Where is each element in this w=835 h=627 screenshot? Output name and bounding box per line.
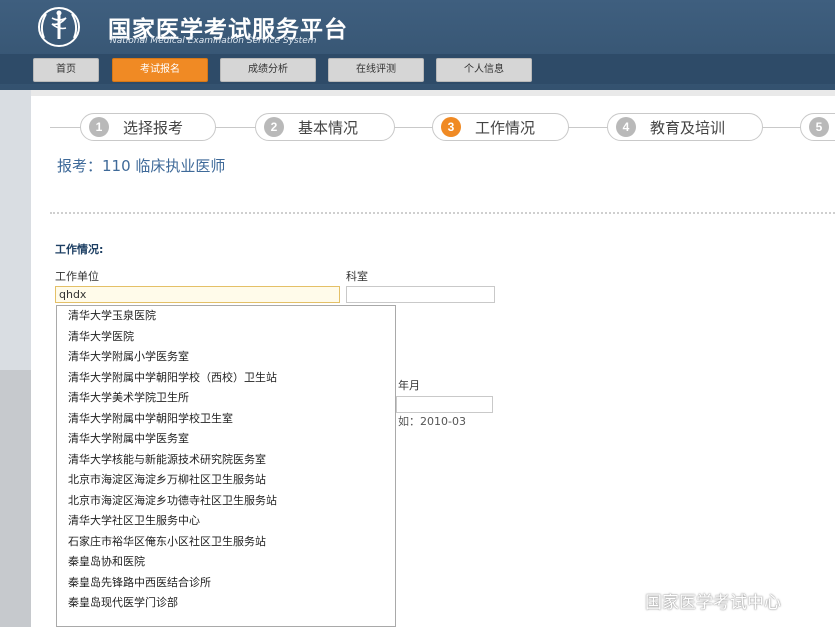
suggestion-item[interactable]: 清华大学核能与新能源技术研究院医务室 [57, 450, 395, 471]
suggestion-item[interactable]: 秦皇岛先锋路中西医结合诊所 [57, 573, 395, 594]
step-education-training[interactable]: 4 教育及培训 [607, 113, 763, 141]
nav-item-personal-info[interactable]: 个人信息 [436, 58, 532, 82]
suggestion-item[interactable]: 清华大学美术学院卫生所 [57, 388, 395, 409]
nav-item-score-analysis[interactable]: 成绩分析 [220, 58, 316, 82]
step-label: 选择报考 [123, 118, 184, 137]
main-nav: 首页 考试报名 成绩分析 在线评测 个人信息 [0, 54, 835, 84]
date-input[interactable] [396, 396, 493, 413]
applied-exam-title: 报考：110 临床执业医师 [57, 157, 226, 175]
date-format-hint: 如：2010-03 [398, 415, 466, 428]
step-number: 5 [809, 117, 829, 137]
nav-item-home[interactable]: 首页 [33, 58, 99, 82]
suggestion-item[interactable]: 清华大学社区卫生服务中心 [57, 511, 395, 532]
nav-item-online-assessment[interactable]: 在线评测 [328, 58, 424, 82]
step-number: 4 [616, 117, 636, 137]
work-unit-suggestions-dropdown: 清华大学玉泉医院 清华大学医院 清华大学附属小学医务室 清华大学附属中学朝阳学校… [56, 305, 396, 627]
suggestion-item[interactable]: 清华大学附属中学朝阳学校（西校）卫生站 [57, 368, 395, 389]
suggestion-item[interactable]: 清华大学玉泉医院 [57, 306, 395, 327]
step-label: 工作情况 [475, 118, 536, 137]
department-label: 科室 [346, 270, 368, 283]
step-label: 教育及培训 [650, 118, 726, 137]
suggestion-item[interactable]: 清华大学医院 [57, 327, 395, 348]
department-input[interactable] [346, 286, 495, 303]
suggestion-item[interactable]: 秦皇岛协和医院 [57, 552, 395, 573]
step-work-info[interactable]: 3 工作情况 [432, 113, 569, 141]
suggestion-item[interactable]: 清华大学附属中学朝阳学校卫生室 [57, 409, 395, 430]
nav-item-exam-registration[interactable]: 考试报名 [112, 58, 208, 82]
watermark-text: 国家医学考试中心 [645, 593, 781, 613]
suggestion-item[interactable]: 北京市海淀区海淀乡功德寺社区卫生服务站 [57, 491, 395, 512]
wechat-icon [617, 592, 639, 608]
suggestion-item[interactable]: 清华大学附属中学医务室 [57, 429, 395, 450]
date-field-label: 年月 [398, 379, 420, 392]
emblem-logo-icon [38, 7, 80, 47]
site-subtitle: National Medical Examination Service Sys… [110, 36, 317, 46]
step-number: 1 [89, 117, 109, 137]
suggestion-item[interactable]: 秦皇岛现代医学门诊部 [57, 593, 395, 614]
suggestion-item[interactable]: 石家庄市裕华区俺东小区社区卫生服务站 [57, 532, 395, 553]
watermark: 国家医学考试中心 [617, 588, 781, 613]
left-sidebar-strip [0, 90, 31, 627]
step-basic-info[interactable]: 2 基本情况 [255, 113, 395, 141]
section-divider [50, 212, 835, 214]
section-title-work-info: 工作情况: [55, 243, 104, 256]
step-number: 2 [264, 117, 284, 137]
step-5[interactable]: 5 [800, 113, 835, 141]
work-unit-input[interactable]: qhdx [55, 286, 340, 303]
suggestion-item[interactable]: 清华大学附属小学医务室 [57, 347, 395, 368]
step-label: 基本情况 [298, 118, 359, 137]
step-number: 3 [441, 117, 461, 137]
suggestion-item[interactable]: 北京市海淀区海淀乡万柳社区卫生服务站 [57, 470, 395, 491]
work-unit-label: 工作单位 [55, 270, 99, 283]
step-select-exam[interactable]: 1 选择报考 [80, 113, 216, 141]
